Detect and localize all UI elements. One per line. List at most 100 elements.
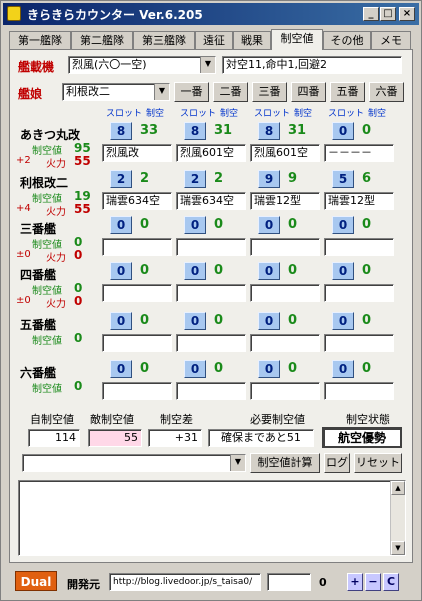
slot-plane-field[interactable]	[102, 334, 172, 352]
slot-plane-field[interactable]	[176, 382, 246, 400]
slot-count-button[interactable]: 0	[258, 216, 280, 234]
slot-button-1[interactable]: 一番	[174, 82, 209, 102]
slot-count-button[interactable]: 0	[184, 360, 206, 378]
slot-count-button[interactable]: 2	[110, 170, 132, 188]
clear-button[interactable]: C	[383, 573, 399, 591]
calc-air-button[interactable]: 制空値計算	[250, 453, 320, 473]
slot-button-5[interactable]: 五番	[330, 82, 365, 102]
log-scrollbar[interactable]: ▲ ▼	[390, 481, 405, 555]
slot-plane-field[interactable]	[250, 334, 320, 352]
slot-plane-field[interactable]	[250, 382, 320, 400]
slot-count-button[interactable]: 8	[258, 122, 280, 140]
tab-air-power[interactable]: 制空値	[271, 29, 323, 50]
slot-plane-field[interactable]	[102, 238, 172, 256]
slot-air-value: 0	[140, 361, 150, 376]
ship-firepower-value: 0	[74, 294, 83, 308]
slot-plane-field[interactable]: 瑞雲634空	[102, 192, 172, 210]
slot-button-3[interactable]: 三番	[252, 82, 287, 102]
slot-plane-field[interactable]	[324, 284, 394, 302]
counter-value: 0	[319, 576, 327, 589]
slot-air-value: 31	[288, 123, 307, 138]
slot-plane-field[interactable]	[250, 284, 320, 302]
slot-plane-field[interactable]	[324, 334, 394, 352]
slot-plane-field[interactable]: －－－－	[324, 144, 394, 162]
slot-count-button[interactable]: 0	[258, 262, 280, 280]
chevron-down-icon[interactable]: ▼	[154, 84, 169, 100]
slot-plane-field[interactable]	[324, 238, 394, 256]
enemy-air-field[interactable]: 55	[88, 429, 142, 447]
tab-fleet1[interactable]: 第一艦隊	[9, 31, 71, 50]
required-air-label: 必要制空値	[250, 413, 305, 426]
tab-memo[interactable]: メモ	[371, 31, 411, 50]
slot-plane-field[interactable]: 瑞雲634空	[176, 192, 246, 210]
slot-plane-field[interactable]	[102, 382, 172, 400]
minus-button[interactable]: −	[365, 573, 381, 591]
slot-count-button[interactable]: 0	[110, 262, 132, 280]
carrier-plane-select[interactable]: 烈風(六〇一空) ▼	[68, 56, 216, 74]
slot-plane-field[interactable]	[176, 284, 246, 302]
slot-count-button[interactable]: 0	[184, 216, 206, 234]
slot-air-value: 0	[214, 263, 224, 278]
reset-button[interactable]: リセット	[354, 453, 402, 473]
counter-input[interactable]	[267, 573, 311, 591]
slot-plane-field[interactable]: 瑞雲12型	[324, 192, 394, 210]
slot-plane-field[interactable]	[324, 382, 394, 400]
window-title: きらきらカウンター Ver.6.205	[27, 8, 203, 22]
slot-plane-field[interactable]	[176, 238, 246, 256]
slot-count-button[interactable]: 9	[258, 170, 280, 188]
slot-plane-field[interactable]: 烈風改	[102, 144, 172, 162]
chevron-down-icon[interactable]: ▼	[230, 455, 245, 471]
chevron-down-icon[interactable]: ▼	[200, 57, 215, 73]
required-air-field: 確保まであと51	[208, 429, 314, 447]
slot-button-6[interactable]: 六番	[369, 82, 404, 102]
slot-plane-field[interactable]: 烈風601空	[250, 144, 320, 162]
tab-expedition[interactable]: 遠征	[195, 31, 233, 50]
slot-count-button[interactable]: 2	[184, 170, 206, 188]
log-select[interactable]: ▼	[22, 454, 246, 472]
slot-count-button[interactable]: 5	[332, 170, 354, 188]
slot-plane-field[interactable]	[176, 334, 246, 352]
slot-count-button[interactable]: 0	[258, 312, 280, 330]
slot-count-button[interactable]: 0	[332, 360, 354, 378]
ship-name: あきつ丸改	[20, 128, 81, 142]
slot-count-button[interactable]: 0	[258, 360, 280, 378]
slot-count-button[interactable]: 0	[110, 360, 132, 378]
slot-count-button[interactable]: 0	[332, 262, 354, 280]
plus-button[interactable]: +	[347, 573, 363, 591]
close-button[interactable]: ×	[399, 7, 415, 21]
tab-fleet3[interactable]: 第三艦隊	[133, 31, 195, 50]
minimize-button[interactable]: _	[363, 7, 379, 21]
ship-select[interactable]: 利根改二 ▼	[62, 83, 170, 101]
slot-count-button[interactable]: 0	[184, 312, 206, 330]
log-button[interactable]: ログ	[324, 453, 350, 473]
slot-count-button[interactable]: 0	[110, 216, 132, 234]
slot-count-button[interactable]: 8	[184, 122, 206, 140]
slot-count-button[interactable]: 8	[110, 122, 132, 140]
dual-button[interactable]: Dual	[15, 571, 57, 591]
slot-plane-field[interactable]	[250, 238, 320, 256]
slot-count-button[interactable]: 0	[184, 262, 206, 280]
slot-count-button[interactable]: 0	[332, 122, 354, 140]
slot-header: スロット	[328, 109, 365, 119]
slot-count-button[interactable]: 0	[332, 312, 354, 330]
slot-plane-field[interactable]	[102, 284, 172, 302]
tab-results[interactable]: 戦果	[233, 31, 271, 50]
ship-air-value: 0	[74, 379, 83, 393]
scroll-up-icon[interactable]: ▲	[391, 481, 405, 495]
tab-fleet2[interactable]: 第二艦隊	[71, 31, 133, 50]
scroll-down-icon[interactable]: ▼	[391, 541, 405, 555]
tab-other[interactable]: その他	[323, 31, 371, 50]
slot-button-2[interactable]: 二番	[213, 82, 248, 102]
maximize-button[interactable]: □	[380, 7, 396, 21]
ship-bonus: +4	[16, 203, 31, 214]
slot-plane-field[interactable]: 瑞雲12型	[250, 192, 320, 210]
slot-button-4[interactable]: 四番	[291, 82, 326, 102]
ship-firepower-label: 火力	[46, 159, 66, 170]
slot-air-value: 0	[362, 313, 372, 328]
slot-plane-field[interactable]: 烈風601空	[176, 144, 246, 162]
developer-url-field[interactable]: http://blog.livedoor.jp/s_taisa0/	[109, 573, 261, 591]
air-header: 制空	[220, 109, 239, 119]
slot-count-button[interactable]: 0	[110, 312, 132, 330]
log-textarea[interactable]: ▲ ▼	[18, 480, 406, 556]
slot-count-button[interactable]: 0	[332, 216, 354, 234]
